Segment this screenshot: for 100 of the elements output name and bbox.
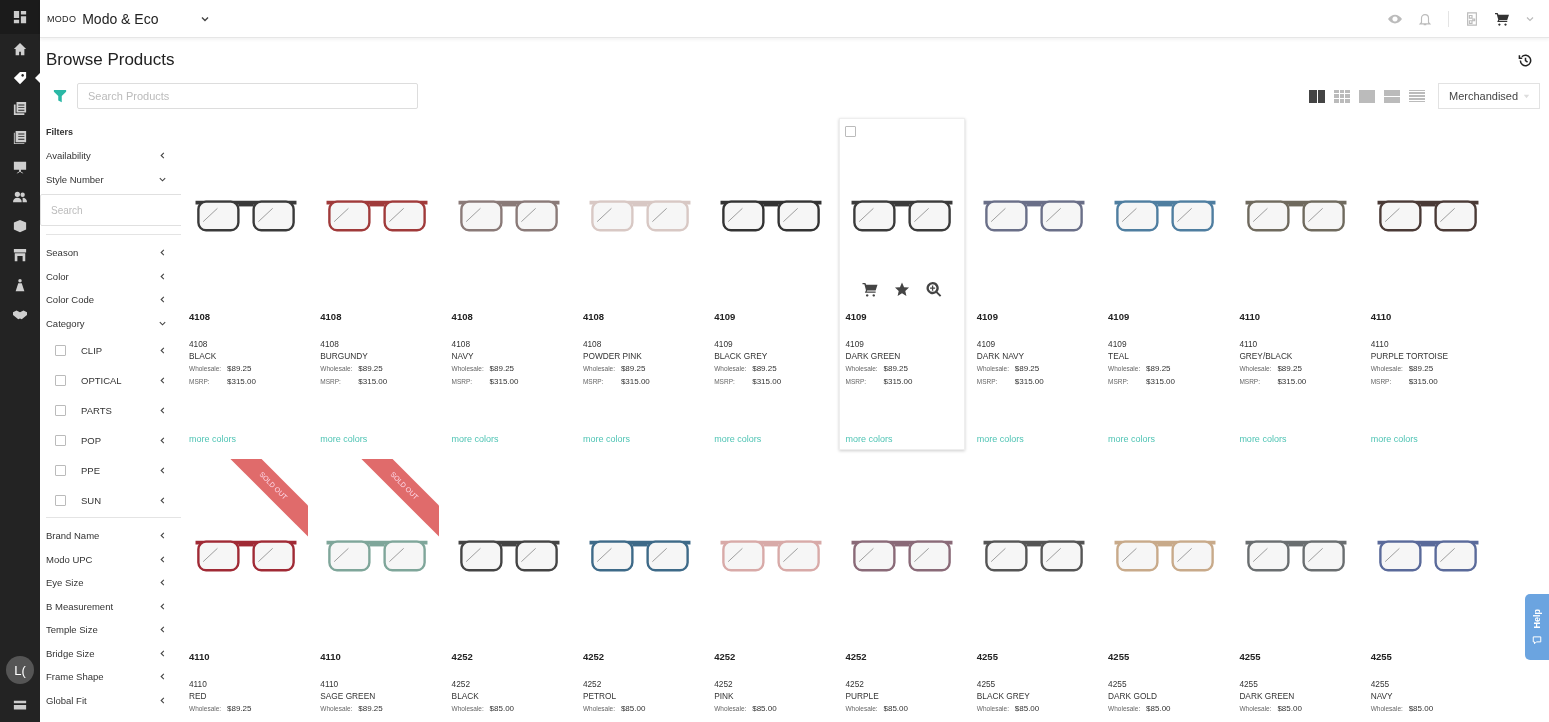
category-option[interactable]: PARTS bbox=[81, 404, 112, 416]
filter-group[interactable]: Availability bbox=[40, 144, 181, 168]
sort-dropdown[interactable]: Merchandised bbox=[1438, 83, 1540, 109]
wholesale-price: $89.25 bbox=[358, 703, 383, 715]
color-name: PURPLE TORTOISE bbox=[1370, 350, 1449, 362]
product-code: 4252 bbox=[845, 678, 865, 690]
filter-group[interactable]: Category bbox=[40, 311, 181, 335]
chevron-left-icon[interactable] bbox=[158, 578, 167, 588]
checkbox[interactable] bbox=[55, 494, 66, 506]
wholesale-price: $85.00 bbox=[752, 703, 777, 715]
color-name: BURGUNDY bbox=[320, 350, 369, 362]
color-name: PETROL bbox=[582, 690, 618, 702]
category-option[interactable]: CLIP bbox=[81, 344, 103, 356]
product-code: 4252 bbox=[582, 678, 603, 690]
chevron-left-icon[interactable] bbox=[158, 465, 167, 475]
style-number: 4255 bbox=[1239, 650, 1262, 664]
chevron-left-icon[interactable] bbox=[158, 695, 167, 705]
chevron-left-icon[interactable] bbox=[158, 435, 167, 445]
color-name: NAVY bbox=[1370, 690, 1394, 702]
history-icon[interactable] bbox=[1518, 52, 1533, 68]
product-code: 4109 bbox=[1108, 338, 1128, 350]
color-name: TEAL bbox=[1108, 350, 1130, 362]
product-code: 4255 bbox=[976, 678, 997, 690]
filter-group[interactable]: Eye Size bbox=[40, 571, 181, 595]
style-number: 4255 bbox=[1108, 650, 1131, 664]
user-avatar[interactable]: L( bbox=[6, 656, 34, 684]
style-number: 4108 bbox=[582, 310, 606, 324]
filter-group[interactable]: Frame Shape bbox=[40, 665, 181, 689]
checkbox[interactable] bbox=[55, 404, 66, 416]
product-code: 4110 bbox=[1239, 338, 1259, 350]
checkbox[interactable] bbox=[55, 434, 66, 446]
chevron-left-icon[interactable] bbox=[158, 648, 167, 658]
search-field[interactable]: Search Products bbox=[77, 83, 418, 109]
checkbox[interactable] bbox=[845, 126, 857, 137]
wholesale-price: $89.25 bbox=[1408, 363, 1434, 375]
chevron-left-icon[interactable] bbox=[158, 271, 167, 281]
cart-icon[interactable] bbox=[1495, 11, 1509, 26]
users-icon[interactable] bbox=[13, 189, 27, 204]
msrp-price: $315.00 bbox=[358, 376, 388, 388]
book-icon[interactable] bbox=[13, 130, 27, 145]
wholesale-price: $89.25 bbox=[1146, 363, 1171, 375]
msrp-price: $315.00 bbox=[883, 376, 913, 388]
chevron-left-icon[interactable] bbox=[158, 531, 167, 541]
filter-group[interactable]: Bridge Size bbox=[40, 641, 181, 665]
category-option[interactable]: POP bbox=[81, 434, 102, 446]
home-icon[interactable] bbox=[13, 41, 27, 56]
filter-group[interactable]: Style Number bbox=[40, 167, 181, 191]
dashboard-icon[interactable] bbox=[13, 10, 27, 24]
style-number: 4109 bbox=[845, 310, 868, 324]
catalog-icon[interactable] bbox=[13, 100, 27, 115]
filter-group[interactable]: Temple Size bbox=[40, 618, 181, 642]
zoom-icon[interactable] bbox=[926, 281, 943, 297]
tag-icon[interactable] bbox=[13, 71, 27, 86]
filter-search-field[interactable]: Search bbox=[40, 194, 181, 226]
wholesale-price: $89.25 bbox=[227, 363, 252, 375]
store-icon[interactable] bbox=[13, 248, 27, 263]
chevron-left-icon[interactable] bbox=[158, 151, 167, 161]
style-number: 4252 bbox=[582, 650, 606, 664]
checkbox[interactable] bbox=[55, 344, 66, 356]
chevron-left-icon[interactable] bbox=[158, 405, 167, 415]
style-number: 4110 bbox=[1239, 310, 1261, 324]
cart-icon[interactable] bbox=[862, 281, 879, 297]
product-code: 4108 bbox=[189, 338, 209, 350]
filter-group[interactable]: Global Fit bbox=[40, 688, 181, 712]
filter-group[interactable]: Season bbox=[40, 241, 181, 265]
star-icon[interactable] bbox=[894, 281, 911, 297]
checkbox[interactable] bbox=[55, 374, 66, 386]
card-icon[interactable] bbox=[13, 698, 27, 712]
wholesale-price: $85.00 bbox=[1014, 703, 1040, 715]
chevron-left-icon[interactable] bbox=[158, 672, 167, 682]
filter-group[interactable]: Color Code bbox=[40, 288, 181, 312]
color-name: PINK bbox=[714, 690, 735, 702]
chevron-left-icon[interactable] bbox=[158, 625, 167, 635]
category-option[interactable]: OPTICAL bbox=[81, 374, 122, 386]
filter-group[interactable]: Brand Name bbox=[40, 524, 181, 548]
checkbox[interactable] bbox=[55, 464, 66, 476]
style-number: 4109 bbox=[1108, 310, 1131, 324]
filter-group[interactable]: B Measurement bbox=[40, 594, 181, 618]
chevron-left-icon[interactable] bbox=[158, 554, 167, 564]
chevron-left-icon[interactable] bbox=[158, 295, 167, 305]
chevron-left-icon[interactable] bbox=[158, 495, 167, 505]
page-title: Browse Products bbox=[46, 50, 175, 70]
product-code: 4109 bbox=[845, 338, 865, 350]
chevron-left-icon[interactable] bbox=[158, 375, 167, 385]
product-code: 4252 bbox=[714, 678, 734, 690]
chevron-left-icon[interactable] bbox=[158, 248, 167, 258]
category-option[interactable]: SUN bbox=[81, 494, 102, 506]
two-column-view-icon[interactable] bbox=[1309, 89, 1325, 103]
chevron-left-icon[interactable] bbox=[158, 345, 167, 355]
color-name: GREY/BLACK bbox=[1239, 350, 1294, 362]
presentation-icon[interactable] bbox=[13, 159, 27, 174]
category-option[interactable]: PPE bbox=[81, 464, 100, 476]
color-name: BLACK GREY bbox=[976, 690, 1031, 702]
box-icon[interactable] bbox=[13, 218, 27, 233]
color-name: BLACK GREY bbox=[714, 350, 769, 362]
chevron-left-icon[interactable] bbox=[158, 601, 167, 611]
person-icon[interactable] bbox=[13, 277, 27, 292]
filter-group[interactable]: Modo UPC bbox=[40, 547, 181, 571]
account-name[interactable]: Modo & Eco bbox=[82, 10, 159, 27]
filter-group[interactable]: Color bbox=[40, 264, 181, 288]
